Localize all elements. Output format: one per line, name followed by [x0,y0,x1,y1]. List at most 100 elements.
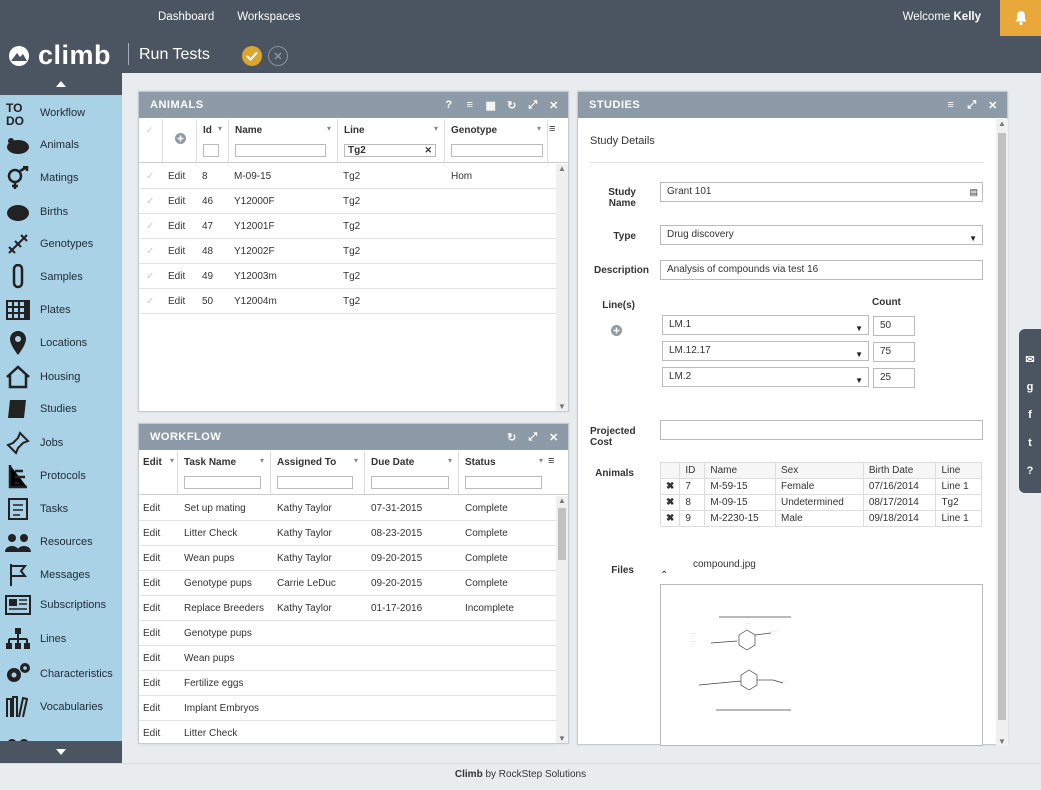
close-icon[interactable]: ✕ [987,99,999,112]
sidebar-item-housing[interactable]: Housing [0,362,122,392]
genotype-filter-input[interactable] [451,144,543,157]
expand-icon[interactable]: ⤢ [527,99,539,112]
collapse-icon[interactable]: ⌃ [660,570,668,581]
select-all-column[interactable]: ✓ [139,119,163,163]
column-header-id[interactable]: Id ▾ [197,119,229,163]
scroll-down-icon[interactable]: ▼ [558,734,566,743]
edit-link[interactable]: Edit [143,503,160,514]
user-name[interactable]: Kelly [954,11,982,23]
close-icon[interactable]: ✕ [548,99,560,112]
line-count-input[interactable]: 75 [873,342,915,362]
column-menu-icon[interactable]: ≡ [549,123,555,135]
column-header-due-date[interactable]: Due Date ▾ [365,451,459,495]
edit-link[interactable]: Edit [168,171,185,182]
sidebar-item-tasks[interactable]: Tasks [0,494,122,524]
notifications-button[interactable] [1000,0,1041,36]
sidebar-item-plates[interactable]: Plates [0,295,122,325]
close-icon[interactable]: ✕ [548,431,560,444]
column-header-genotype[interactable]: Genotype ▾ [445,119,548,163]
edit-link[interactable]: Edit [143,528,160,539]
edit-link[interactable]: Edit [168,196,185,207]
sidebar-item-matings[interactable]: Matings [0,163,122,193]
menu-icon[interactable]: ≡ [464,99,476,111]
table-row[interactable]: ✓ Edit 50 Y12004m Tg2 [139,289,556,314]
table-row[interactable]: Edit Set up mating Kathy Taylor 07-31-2015 C… [139,496,556,521]
refresh-icon[interactable]: ↻ [506,431,518,444]
column-header-task-name[interactable]: Task Name ▾ [178,451,271,495]
row-select-checkbox[interactable]: ✓ [146,296,154,307]
scroll-down-icon[interactable]: ▼ [998,737,1006,746]
help-icon[interactable]: ? [1019,465,1041,477]
study-animals-column-header[interactable]: Sex [775,462,864,479]
table-row[interactable]: Edit Fertilize eggs [139,671,556,696]
expand-icon[interactable]: ⤢ [966,99,978,112]
sidebar-item-births[interactable]: Births [0,197,122,227]
sidebar-item-lines[interactable]: Lines [0,624,122,654]
studies-scroll-thumb[interactable] [998,133,1006,720]
table-row[interactable]: Edit Wean pups Kathy Taylor 09-20-2015 Compl… [139,546,556,571]
file-name[interactable]: compound.jpg [693,559,756,570]
sidebar-item-protocols[interactable]: Protocols [0,461,122,491]
sidebar-item-resources[interactable]: Resources [0,527,122,557]
table-row[interactable]: ✓ Edit 46 Y12000F Tg2 [139,189,556,214]
id-filter-checkbox[interactable] [203,144,219,157]
line-filter-input[interactable]: Tg2 ✕ [344,144,436,157]
row-select-checkbox[interactable]: ✓ [146,246,154,257]
sidebar-item-messages[interactable]: Messages [0,560,122,590]
type-select[interactable]: Drug discovery ▼ [660,225,983,245]
sidebar-item-workflow[interactable]: TO DO Workflow [0,98,122,128]
edit-link[interactable]: Edit [168,246,185,257]
expand-icon[interactable]: ⤢ [527,431,539,444]
edit-link[interactable]: Edit [168,296,185,307]
table-row[interactable]: ✓ Edit 8 M-09-15 Tg2 Hom [139,164,556,189]
table-row[interactable]: ✓ Edit 47 Y12001F Tg2 [139,214,556,239]
column-header-edit[interactable]: Edit ▾ [139,451,178,495]
column-menu-icon[interactable]: ≡ [548,455,554,467]
edit-link[interactable]: Edit [143,553,160,564]
study-animals-column-header[interactable]: Name [704,462,776,479]
workflow-scroll-thumb[interactable] [558,508,566,560]
remove-animal-icon[interactable]: ✖ [659,494,681,511]
column-header-line[interactable]: Line ▾ Tg2 ✕ [338,119,445,163]
sidebar-item-subscriptions[interactable]: Subscriptions [0,590,122,620]
twitter-icon[interactable]: t [1019,437,1041,449]
table-row[interactable]: Edit Litter Check Kathy Taylor 08-23-2015 Co… [139,521,556,546]
remove-animal-icon[interactable]: ✖ [659,478,681,495]
file-preview[interactable]: · · · · · · · · · · · · · · · · · · [660,584,983,746]
table-row[interactable]: Edit Implant Embryos [139,696,556,721]
scroll-down-icon[interactable]: ▼ [558,402,566,411]
line-count-input[interactable]: 50 [873,316,915,336]
google-icon[interactable]: g [1019,381,1041,393]
edit-link[interactable]: Edit [168,271,185,282]
task-filter-input[interactable] [184,476,261,489]
study-animals-column-header[interactable]: Line [935,462,982,479]
email-icon[interactable]: ✉ [1019,353,1041,366]
scroll-up-icon[interactable]: ▲ [558,496,566,505]
run-confirm-button[interactable] [242,46,262,66]
table-row[interactable]: Edit Genotype pups [139,621,556,646]
sidebar-item-locations[interactable]: Locations [0,328,122,358]
line-select[interactable]: LM.12.17 ▼ [662,341,869,361]
add-animal-icon[interactable] [175,133,186,144]
edit-link[interactable]: Edit [143,728,160,739]
sidebar-item-samples[interactable]: Samples [0,262,122,292]
sidebar-item-characteristics[interactable]: Characteristics [0,659,122,689]
table-row[interactable]: Edit Litter Check [139,721,556,746]
projected-cost-input[interactable] [660,420,983,440]
name-filter-input[interactable] [235,144,326,157]
refresh-icon[interactable]: ↻ [506,99,518,112]
sidebar-item-studies[interactable]: Studies [0,394,122,424]
menu-icon[interactable]: ≡ [945,99,957,111]
line-count-input[interactable]: 25 [873,368,915,388]
study-animals-column-header[interactable]: Birth Date [862,462,937,479]
due-filter-input[interactable] [371,476,449,489]
edit-link[interactable]: Edit [143,628,160,639]
edit-link[interactable]: Edit [168,221,185,232]
edit-link[interactable]: Edit [143,603,160,614]
edit-link[interactable]: Edit [143,653,160,664]
sidebar-item-genotypes[interactable]: Genotypes [0,229,122,259]
row-select-checkbox[interactable]: ✓ [146,271,154,282]
app-logo[interactable]: climb [8,42,111,69]
row-select-checkbox[interactable]: ✓ [146,221,154,232]
edit-link[interactable]: Edit [143,678,160,689]
